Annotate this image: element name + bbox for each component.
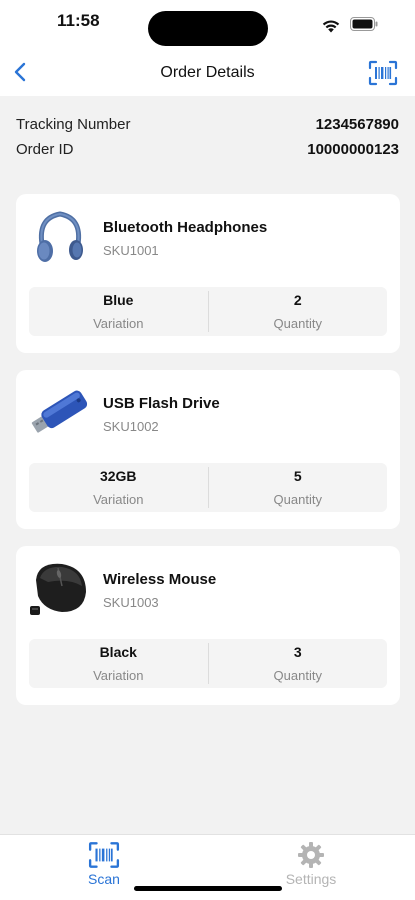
status-time: 11:58 — [57, 11, 100, 30]
quantity-value: 3 — [293, 644, 302, 660]
tab-settings-label: Settings — [285, 871, 337, 887]
product-name: Bluetooth Headphones — [103, 219, 268, 236]
usb-drive-icon — [31, 390, 88, 433]
headphones-icon — [37, 211, 83, 262]
tab-settings[interactable]: Settings — [271, 841, 351, 887]
tracking-number-label: Tracking Number — [16, 116, 131, 133]
mouse-icon — [30, 563, 86, 615]
variation-value: Blue — [103, 292, 134, 308]
quantity-value: 5 — [293, 468, 302, 484]
product-sku: SKU1003 — [103, 595, 159, 610]
variation-value: Black — [99, 644, 137, 660]
order-id-row: Order ID 10000000123 — [16, 137, 399, 162]
order-info: Tracking Number 1234567890 Order ID 1000… — [16, 112, 399, 162]
order-item-card[interactable]: USB Flash Drive SKU1002 32GB Variation 5… — [16, 370, 400, 529]
variation-label: Variation — [93, 316, 144, 331]
quantity-stat: 2 Quantity — [209, 287, 388, 336]
status-bar: 11:58 — [0, 0, 415, 46]
navigation-bar: Order Details — [0, 46, 415, 96]
battery-icon — [350, 17, 378, 31]
quantity-label: Quantity — [273, 492, 322, 507]
page-title: Order Details — [160, 64, 255, 81]
quantity-label: Quantity — [273, 668, 322, 683]
order-id-value: 10000000123 — [307, 141, 399, 158]
quantity-stat: 5 Quantity — [209, 463, 388, 512]
tracking-number-row: Tracking Number 1234567890 — [16, 112, 399, 137]
tracking-number-value: 1234567890 — [315, 116, 399, 133]
tab-scan-label: Scan — [88, 871, 120, 887]
tab-scan[interactable]: Scan — [64, 841, 144, 887]
variation-stat: 32GB Variation — [29, 463, 208, 512]
item-stats: 32GB Variation 5 Quantity — [29, 463, 387, 512]
item-stats: Black Variation 3 Quantity — [29, 639, 387, 688]
product-name: USB Flash Drive — [103, 395, 220, 412]
dynamic-island — [148, 11, 268, 46]
product-name: Wireless Mouse — [103, 571, 217, 588]
quantity-stat: 3 Quantity — [209, 639, 388, 688]
variation-value: 32GB — [99, 468, 137, 484]
variation-label: Variation — [93, 668, 144, 683]
product-sku: SKU1002 — [103, 419, 159, 434]
order-id-label: Order ID — [16, 141, 74, 158]
barcode-scan-icon — [88, 842, 120, 868]
home-indicator — [134, 886, 282, 891]
order-item-card[interactable]: Bluetooth Headphones SKU1001 Blue Variat… — [16, 194, 400, 353]
barcode-scan-button[interactable] — [368, 60, 398, 86]
product-sku: SKU1001 — [103, 243, 159, 258]
quantity-label: Quantity — [273, 316, 322, 331]
variation-stat: Blue Variation — [29, 287, 208, 336]
variation-stat: Black Variation — [29, 639, 208, 688]
quantity-value: 2 — [293, 292, 302, 308]
order-item-card[interactable]: Wireless Mouse SKU1003 Black Variation 3… — [16, 546, 400, 705]
wifi-icon — [322, 20, 340, 33]
gear-icon — [298, 842, 324, 868]
variation-label: Variation — [93, 492, 144, 507]
item-stats: Blue Variation 2 Quantity — [29, 287, 387, 336]
